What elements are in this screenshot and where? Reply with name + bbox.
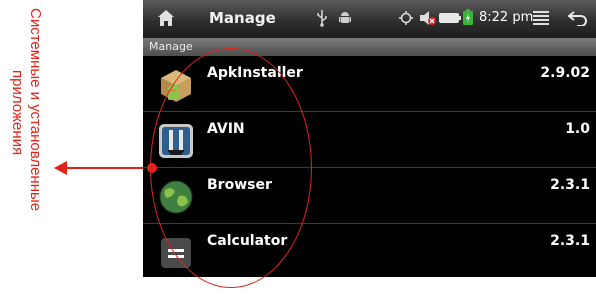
subheader-title: Manage <box>149 40 193 53</box>
annotation-arrow-line <box>66 167 152 169</box>
app-version: 2.3.1 <box>550 177 590 193</box>
list-item[interactable]: AVIN 1.0 <box>143 112 596 168</box>
home-icon[interactable] <box>157 9 175 27</box>
annotation-arrow-dot <box>147 163 157 173</box>
status-bar: Manage 8:22 pm <box>143 0 596 38</box>
status-bar-time: 8:22 pm <box>479 10 534 25</box>
device-screen: Manage 8:22 pm Manage ApkInstaller 2.9.0… <box>143 0 596 277</box>
app-name: ApkInstaller <box>207 65 303 81</box>
app-version: 1.0 <box>565 121 590 137</box>
screen-subheader: Manage <box>143 38 596 56</box>
battery-icon <box>439 13 461 23</box>
apk-installer-icon <box>161 70 191 102</box>
sound-muted-icon <box>420 11 436 25</box>
list-item[interactable]: ApkInstaller 2.9.02 <box>143 56 596 112</box>
gps-icon <box>399 11 413 25</box>
android-debug-icon <box>339 12 351 23</box>
app-name: AVIN <box>207 121 245 137</box>
back-icon[interactable] <box>568 10 588 26</box>
menu-icon[interactable] <box>533 11 549 25</box>
app-version: 2.9.02 <box>540 65 590 81</box>
caption-line-2: приложения <box>9 70 26 156</box>
usb-icon <box>317 10 327 27</box>
list-item[interactable]: Calculator 2.3.1 <box>143 224 596 277</box>
charging-icon <box>463 9 473 25</box>
app-list: ApkInstaller 2.9.02 AVIN 1.0 Browser 2.3… <box>143 56 596 277</box>
app-name: Browser <box>207 177 272 193</box>
browser-icon <box>159 180 193 214</box>
calculator-icon <box>161 238 191 268</box>
app-name: Calculator <box>207 233 288 249</box>
app-version: 2.3.1 <box>550 233 590 249</box>
status-bar-title: Manage <box>209 9 276 27</box>
avin-icon <box>159 124 193 158</box>
caption-line-1: Системные и установленные <box>27 8 44 212</box>
annotation-caption: Системные и установленные приложения <box>0 0 130 300</box>
list-item[interactable]: Browser 2.3.1 <box>143 168 596 224</box>
